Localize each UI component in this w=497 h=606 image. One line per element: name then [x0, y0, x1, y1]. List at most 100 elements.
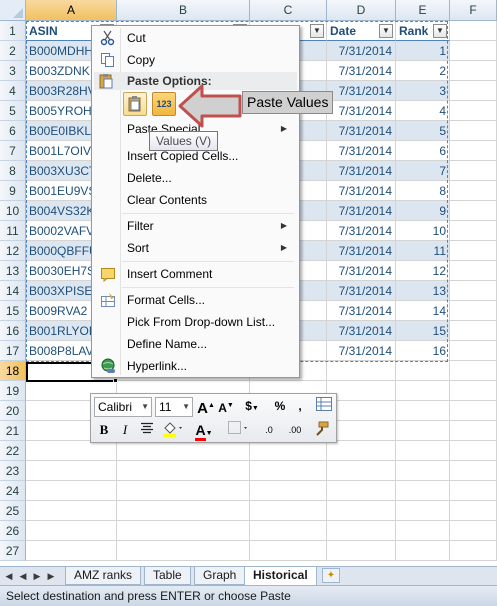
menu-item-copy[interactable]: Copy [94, 49, 297, 71]
cell-e3[interactable]: 2 [396, 61, 450, 81]
column-header-d[interactable]: D [327, 0, 396, 21]
format-painter-grid-button[interactable] [315, 397, 333, 417]
fill-color-button[interactable] [161, 421, 185, 441]
cell-a25[interactable] [26, 501, 117, 521]
comma-style-button[interactable]: , [293, 397, 307, 417]
row-header-1[interactable]: 1 [0, 21, 26, 41]
cell-f12[interactable] [450, 241, 497, 261]
borders-button[interactable] [227, 421, 249, 441]
cell-f10[interactable] [450, 201, 497, 221]
cell-e8[interactable]: 7 [396, 161, 450, 181]
cell-f27[interactable] [450, 541, 497, 561]
last-sheet-icon[interactable]: ▶ [45, 569, 57, 583]
cell-a22[interactable] [26, 441, 117, 461]
cell-e10[interactable]: 9 [396, 201, 450, 221]
cell-e7[interactable]: 6 [396, 141, 450, 161]
menu-item-format-cells[interactable]: Format Cells... [94, 289, 297, 311]
cell-d27[interactable] [327, 541, 396, 561]
row-header-16[interactable]: 16 [0, 321, 26, 341]
row-header-3[interactable]: 3 [0, 61, 26, 81]
cell-e2[interactable]: 1 [396, 41, 450, 61]
cell-c26[interactable] [250, 521, 327, 541]
row-header-17[interactable]: 17 [0, 341, 26, 361]
cell-e12[interactable]: 11 [396, 241, 450, 261]
row-header-11[interactable]: 11 [0, 221, 26, 241]
cell-e18[interactable] [396, 361, 450, 381]
cell-f14[interactable] [450, 281, 497, 301]
cell-b24[interactable] [117, 481, 250, 501]
cell-d15[interactable]: 7/31/2014 [327, 301, 396, 321]
cell-d19[interactable] [327, 381, 396, 401]
filter-dropdown-icon[interactable]: ▼ [379, 24, 393, 38]
cell-d17[interactable]: 7/31/2014 [327, 341, 396, 361]
cell-e1[interactable]: Rank ▼ [396, 21, 450, 41]
cell-f9[interactable] [450, 181, 497, 201]
format-painter-icon[interactable] [311, 421, 331, 441]
cell-b26[interactable] [117, 521, 250, 541]
accounting-format-button[interactable]: $▼ [241, 397, 263, 417]
cell-a26[interactable] [26, 521, 117, 541]
cell-d3[interactable]: 7/31/2014 [327, 61, 396, 81]
sheet-tab-table[interactable]: Table [144, 567, 191, 585]
grow-font-button[interactable]: A▲ [197, 397, 215, 417]
row-header-12[interactable]: 12 [0, 241, 26, 261]
cell-f20[interactable] [450, 401, 497, 421]
cell-f22[interactable] [450, 441, 497, 461]
cell-d14[interactable]: 7/31/2014 [327, 281, 396, 301]
cell-e23[interactable] [396, 461, 450, 481]
cell-b23[interactable] [117, 461, 250, 481]
prev-sheet-icon[interactable]: ◀ [17, 569, 29, 583]
cell-d4[interactable]: 7/31/2014 [327, 81, 396, 101]
row-header-26[interactable]: 26 [0, 521, 26, 541]
font-color-button[interactable]: A▼ [191, 421, 217, 441]
row-header-14[interactable]: 14 [0, 281, 26, 301]
cell-e9[interactable]: 8 [396, 181, 450, 201]
cell-d1[interactable]: Date ▼ [327, 21, 396, 41]
row-header-6[interactable]: 6 [0, 121, 26, 141]
row-header-23[interactable]: 23 [0, 461, 26, 481]
cell-f7[interactable] [450, 141, 497, 161]
percent-style-button[interactable]: % [271, 397, 289, 417]
cell-f8[interactable] [450, 161, 497, 181]
column-header-f[interactable]: F [450, 0, 497, 21]
cell-e16[interactable]: 15 [396, 321, 450, 341]
cell-b22[interactable] [117, 441, 250, 461]
cell-f4[interactable] [450, 81, 497, 101]
menu-item-define-name[interactable]: Define Name... [94, 333, 297, 355]
sheet-tab-historical[interactable]: Historical [244, 567, 317, 586]
cell-d10[interactable]: 7/31/2014 [327, 201, 396, 221]
cell-f17[interactable] [450, 341, 497, 361]
cell-f1[interactable] [450, 21, 497, 41]
cell-f15[interactable] [450, 301, 497, 321]
cell-d23[interactable] [327, 461, 396, 481]
cell-b25[interactable] [117, 501, 250, 521]
cell-a24[interactable] [26, 481, 117, 501]
font-size-dropdown[interactable]: 11 ▼ [155, 397, 193, 417]
row-header-27[interactable]: 27 [0, 541, 26, 561]
bold-button[interactable]: B [96, 421, 112, 441]
cell-c24[interactable] [250, 481, 327, 501]
cell-e25[interactable] [396, 501, 450, 521]
cell-e11[interactable]: 10 [396, 221, 450, 241]
cell-d16[interactable]: 7/31/2014 [327, 321, 396, 341]
row-header-7[interactable]: 7 [0, 141, 26, 161]
shrink-font-button[interactable]: A▼ [217, 397, 235, 417]
cell-e15[interactable]: 14 [396, 301, 450, 321]
cell-d24[interactable] [327, 481, 396, 501]
cell-d13[interactable]: 7/31/2014 [327, 261, 396, 281]
cell-d25[interactable] [327, 501, 396, 521]
cell-f6[interactable] [450, 121, 497, 141]
row-header-19[interactable]: 19 [0, 381, 26, 401]
decrease-decimal-button[interactable]: .00 [283, 421, 307, 441]
menu-item-delete[interactable]: Delete... [94, 167, 297, 189]
menu-item-hyperlink[interactable]: Hyperlink... [94, 355, 297, 377]
cell-c27[interactable] [250, 541, 327, 561]
row-header-13[interactable]: 13 [0, 261, 26, 281]
cell-d2[interactable]: 7/31/2014 [327, 41, 396, 61]
cell-d22[interactable] [327, 441, 396, 461]
paste-values-button[interactable]: 123 [152, 92, 176, 116]
cell-f23[interactable] [450, 461, 497, 481]
increase-decimal-button[interactable]: .0 [257, 421, 281, 441]
cell-e26[interactable] [396, 521, 450, 541]
cell-a27[interactable] [26, 541, 117, 561]
